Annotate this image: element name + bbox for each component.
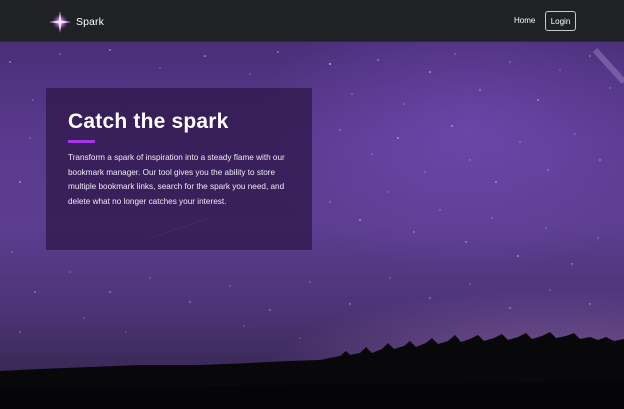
hero-card: Catch the spark Transform a spark of ins… bbox=[46, 88, 312, 250]
sparkle-star-icon bbox=[48, 10, 72, 34]
top-navbar: Spark Home Login bbox=[0, 0, 624, 42]
hero-title: Catch the spark bbox=[68, 110, 229, 133]
hero-section: Catch the spark Transform a spark of ins… bbox=[0, 42, 624, 409]
title-accent-underline bbox=[68, 140, 95, 143]
treeline-silhouette bbox=[0, 332, 624, 409]
brand-link[interactable]: Spark bbox=[48, 10, 104, 34]
login-button[interactable]: Login bbox=[545, 11, 576, 31]
hero-description: Transform a spark of inspiration into a … bbox=[68, 153, 285, 206]
brand-name: Spark bbox=[76, 16, 104, 28]
nav-home-link[interactable]: Home bbox=[514, 16, 535, 25]
